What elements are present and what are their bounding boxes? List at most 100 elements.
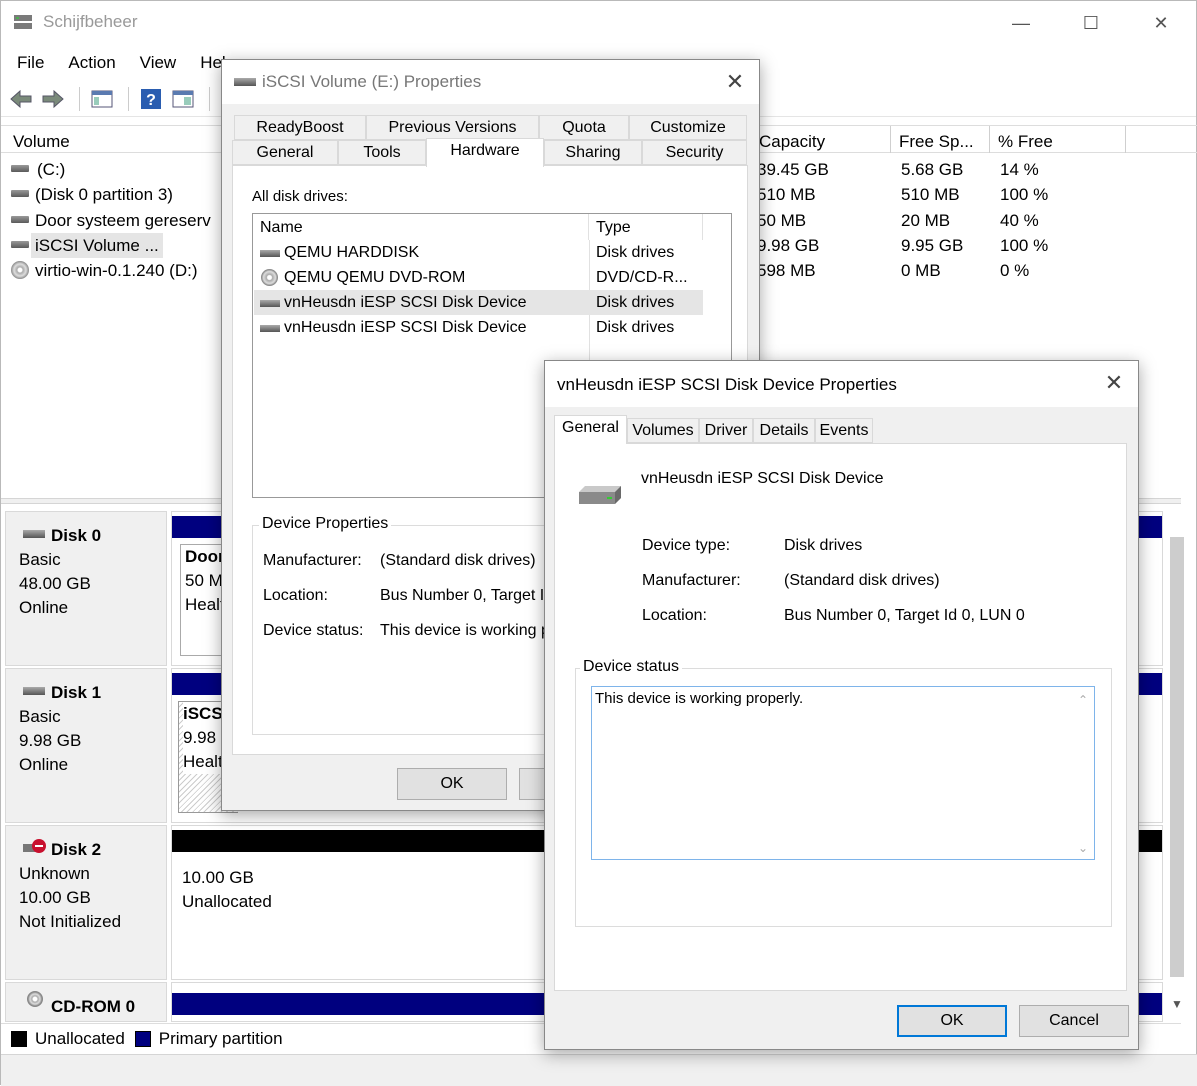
all-disk-drives-label: All disk drives: xyxy=(252,188,348,205)
ok-button[interactable]: OK xyxy=(397,768,507,800)
device-status-textbox[interactable]: This device is working properly. ⌃ ⌄ xyxy=(591,686,1095,860)
tab-hardware[interactable]: Hardware xyxy=(426,138,544,167)
list-item-selected[interactable]: vnHeusdn iESP SCSI Disk Device Disk driv… xyxy=(254,290,703,315)
column-percent-free[interactable]: % Free xyxy=(990,126,1126,153)
device-properties-dialog: vnHeusdn iESP SCSI Disk Device Propertie… xyxy=(544,360,1139,1050)
location-value: Bus Number 0, Target Id xyxy=(380,587,554,604)
close-icon[interactable]: ✕ xyxy=(711,60,759,104)
properties-icon[interactable] xyxy=(169,85,197,113)
column-volume[interactable]: Volume xyxy=(5,126,225,153)
disk-management-icon xyxy=(14,15,32,29)
dialog-title-bar: iSCSI Volume (E:) Properties ✕ xyxy=(222,60,759,104)
tab-tools[interactable]: Tools xyxy=(338,140,426,165)
maximize-button[interactable]: ☐ xyxy=(1056,1,1126,45)
tab-sharing[interactable]: Sharing xyxy=(544,140,642,165)
scrollbar-thumb[interactable] xyxy=(1170,537,1184,977)
disk-name: Disk 2 xyxy=(51,840,102,859)
list-item[interactable]: QEMU HARDDISK Disk drives xyxy=(254,240,703,265)
disk-size: 10.00 GB xyxy=(19,888,91,907)
vertical-scrollbar[interactable]: ▼ xyxy=(1167,501,1187,1021)
device-status-text: This device is working properly. xyxy=(595,690,804,707)
disk-2-label[interactable]: Disk 2 Unknown 10.00 GB Not Initialized xyxy=(5,825,167,980)
tab-driver[interactable]: Driver xyxy=(699,418,753,443)
device-type-label: Device type: xyxy=(642,537,731,554)
minimize-button[interactable]: — xyxy=(986,1,1056,45)
drive-type: Disk drives xyxy=(596,244,675,261)
forward-arrow-icon[interactable] xyxy=(39,85,67,113)
disk-name: Disk 0 xyxy=(51,526,102,545)
unallocated-swatch xyxy=(11,1030,27,1047)
tab-general[interactable]: General xyxy=(232,140,338,165)
tab-quota[interactable]: Quota xyxy=(539,115,629,140)
manufacturer-value: (Standard disk drives) xyxy=(380,552,536,569)
status-bar xyxy=(1,1054,1197,1086)
volume-free: 5.68 GB xyxy=(901,160,964,179)
cd-icon xyxy=(27,991,43,1007)
drive-type: DVD/CD-R... xyxy=(596,269,688,286)
disk-status: Online xyxy=(19,598,69,617)
back-arrow-icon[interactable] xyxy=(7,85,35,113)
cdrom-0-label[interactable]: CD-ROM 0 xyxy=(5,982,167,1022)
disk-0-label[interactable]: Disk 0 Basic 48.00 GB Online xyxy=(5,511,167,666)
location-label: Location: xyxy=(642,607,707,624)
tab-volumes[interactable]: Volumes xyxy=(627,418,699,443)
tab-general[interactable]: General xyxy=(554,415,627,444)
tab-security[interactable]: Security xyxy=(642,140,747,165)
toolbar-separator xyxy=(128,86,129,111)
volume-capacity: 598 MB xyxy=(757,261,816,280)
dialog-title: iSCSI Volume (E:) Properties xyxy=(262,72,482,91)
menu-file[interactable]: File xyxy=(9,49,52,77)
ok-button[interactable]: OK xyxy=(897,1005,1007,1037)
legend-primary: Primary partition xyxy=(158,1028,283,1048)
scroll-down-icon[interactable]: ▼ xyxy=(1171,997,1183,1011)
tab-readyboost[interactable]: ReadyBoost xyxy=(234,115,366,140)
volume-capacity: 510 MB xyxy=(757,185,816,204)
scroll-up-icon[interactable]: ⌃ xyxy=(1078,693,1088,707)
drive-icon xyxy=(234,78,256,86)
volume-name: virtio-win-0.1.240 (D:) xyxy=(35,261,198,280)
drive-icon xyxy=(260,250,280,257)
tab-details[interactable]: Details xyxy=(753,418,815,443)
drive-name: QEMU QEMU DVD-ROM xyxy=(284,269,466,286)
close-icon[interactable]: ✕ xyxy=(1090,361,1138,405)
volume-free: 0 MB xyxy=(901,261,941,280)
disk-1-label[interactable]: Disk 1 Basic 9.98 GB Online xyxy=(5,668,167,823)
column-capacity[interactable]: Capacity xyxy=(751,126,891,153)
tab-previous-versions[interactable]: Previous Versions xyxy=(366,115,539,140)
general-tab-panel: vnHeusdn iESP SCSI Disk Device Device ty… xyxy=(554,443,1127,991)
volume-free: 20 MB xyxy=(901,211,951,230)
window-title: Schijfbeheer xyxy=(43,12,138,31)
volume-pct: 100 % xyxy=(1000,185,1049,204)
device-type-value: Disk drives xyxy=(784,537,863,554)
menu-action[interactable]: Action xyxy=(60,49,123,77)
unallocated-space[interactable]: 10.00 GB Unallocated xyxy=(178,866,272,914)
disk-error-icon xyxy=(23,839,46,853)
help-icon[interactable]: ? xyxy=(137,85,165,113)
list-item[interactable]: QEMU QEMU DVD-ROM DVD/CD-R... xyxy=(254,265,703,290)
device-status-group: Device status This device is working pro… xyxy=(575,658,1112,927)
drive-type: Disk drives xyxy=(596,319,675,336)
list-header-type[interactable]: Type xyxy=(589,214,703,240)
drive-icon xyxy=(11,165,29,172)
disk-status: Not Initialized xyxy=(19,912,122,931)
drive-name: QEMU HARDDISK xyxy=(284,244,420,261)
drive-icon xyxy=(11,216,29,223)
list-header-name[interactable]: Name xyxy=(253,214,589,240)
close-button[interactable]: ✕ xyxy=(1126,1,1196,45)
console-tree-icon[interactable] xyxy=(88,85,116,113)
volume-free: 9.95 GB xyxy=(901,236,964,255)
disk-name: Disk 1 xyxy=(51,683,102,702)
tab-events[interactable]: Events xyxy=(815,418,873,443)
scroll-down-icon[interactable]: ⌄ xyxy=(1078,841,1088,855)
list-item[interactable]: vnHeusdn iESP SCSI Disk Device Disk driv… xyxy=(254,315,703,340)
legend-unallocated: Unallocated xyxy=(35,1028,125,1048)
cd-icon xyxy=(11,261,29,279)
toolbar-separator xyxy=(79,86,80,111)
disk-type: Basic xyxy=(19,550,61,569)
tab-customize[interactable]: Customize xyxy=(629,115,747,140)
svg-text:?: ? xyxy=(146,92,156,109)
column-free-space[interactable]: Free Sp... xyxy=(891,126,990,153)
menu-view[interactable]: View xyxy=(132,49,185,77)
device-status-value: This device is working pr xyxy=(380,622,556,639)
cancel-button[interactable]: Cancel xyxy=(1019,1005,1129,1037)
